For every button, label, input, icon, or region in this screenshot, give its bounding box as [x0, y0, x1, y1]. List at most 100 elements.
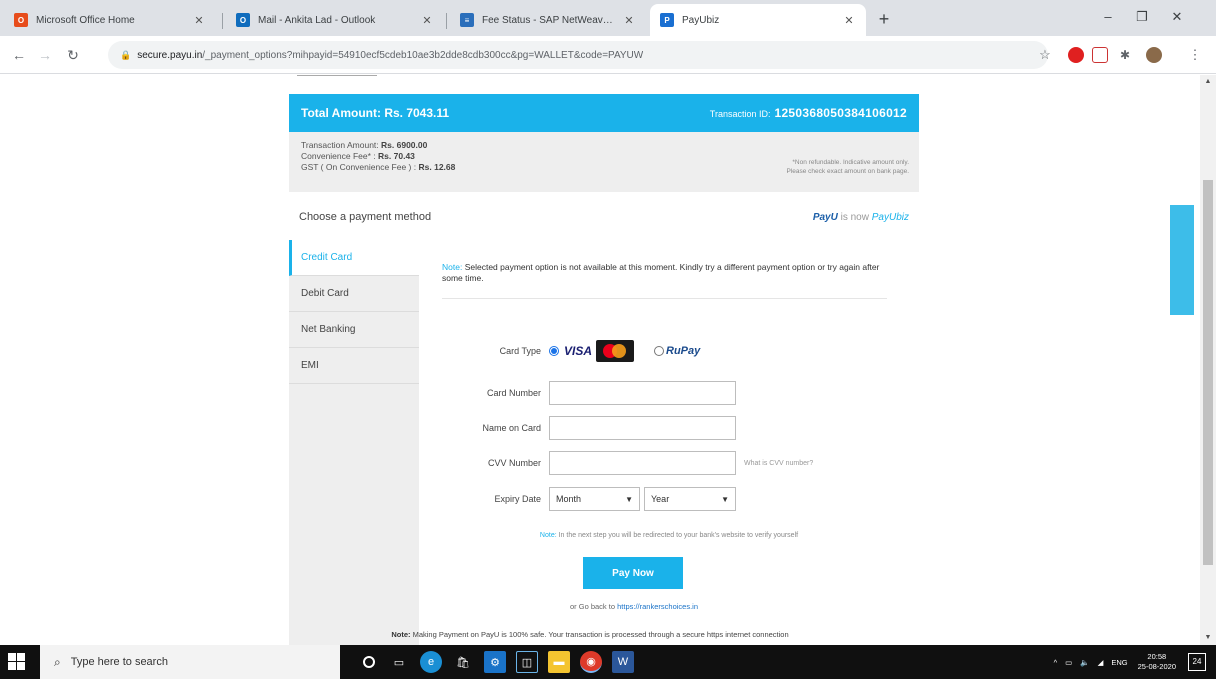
settings-app-icon[interactable]: ⚙: [484, 651, 506, 673]
disclaimer-line: Please check exact amount on bank page.: [786, 168, 910, 175]
restore-button[interactable]: ❐: [1127, 6, 1157, 28]
name-on-card-input[interactable]: [549, 416, 736, 440]
close-tab-icon[interactable]: ✕: [192, 14, 206, 27]
amount-breakup: Transaction Amount: Rs. 6900.00 Convenie…: [289, 132, 919, 192]
sap-icon: ≡: [460, 13, 474, 27]
address-bar-row: ← → ↻ 🔒 secure.payu.in /_payment_options…: [0, 36, 1216, 74]
language-indicator[interactable]: ENG: [1111, 658, 1127, 667]
visa-radio[interactable]: [549, 346, 559, 356]
forward-arrow-icon[interactable]: →: [34, 44, 56, 66]
extension-shield-icon[interactable]: [1092, 47, 1108, 63]
name-on-card-label: Name on Card: [482, 423, 541, 433]
total-amount: Total Amount: Rs. 7043.11: [301, 106, 450, 120]
extensions-puzzle-icon[interactable]: ✱: [1114, 44, 1136, 66]
volume-icon[interactable]: 🔈: [1080, 658, 1089, 667]
star-bookmark-icon[interactable]: ☆: [1034, 44, 1056, 66]
profile-avatar[interactable]: [1146, 47, 1162, 63]
extension-stop-icon[interactable]: [1068, 47, 1084, 63]
brand-old: PayU: [812, 211, 838, 223]
breakup-line-transaction: Transaction Amount: Rs. 6900.00: [301, 140, 907, 151]
page-viewport: Total Amount: Rs. 7043.11 Transaction ID…: [0, 75, 1216, 645]
windows-start-icon[interactable]: [8, 653, 26, 671]
go-back-link[interactable]: https://rankerschoices.in: [617, 602, 698, 611]
pay-now-button[interactable]: Pay Now: [583, 557, 683, 589]
expiry-row: Expiry Date Month ▼ Year ▼: [419, 486, 919, 512]
chevron-down-icon: ▼: [625, 494, 633, 504]
select-value: Year: [651, 494, 670, 504]
payment-panel: Total Amount: Rs. 7043.11 Transaction ID…: [289, 75, 919, 645]
minimize-button[interactable]: –: [1093, 6, 1123, 28]
battery-icon[interactable]: ▭: [1065, 658, 1072, 667]
search-icon: ⌕: [54, 654, 61, 669]
notification-center-icon[interactable]: 24: [1188, 653, 1206, 671]
chrome-icon[interactable]: ◉: [580, 651, 602, 673]
browser-tab-outlook[interactable]: O Mail - Ankita Lad - Outlook ✕: [226, 4, 444, 36]
cvv-input[interactable]: [549, 451, 736, 475]
task-view-icon[interactable]: ▭: [388, 651, 410, 673]
scroll-up-arrow-icon[interactable]: ▲: [1200, 75, 1216, 89]
tab-separator: [222, 13, 223, 29]
browser-tab-office[interactable]: O Microsoft Office Home ✕: [4, 4, 216, 36]
new-tab-button[interactable]: +: [872, 8, 896, 32]
close-tab-icon[interactable]: ✕: [420, 14, 434, 27]
transaction-id-value: 1250368050384106012: [774, 106, 907, 120]
edge-icon[interactable]: e: [420, 651, 442, 673]
scroll-down-arrow-icon[interactable]: ▼: [1200, 631, 1216, 645]
chevron-down-icon: ▼: [721, 494, 729, 504]
tab-credit-card[interactable]: Credit Card: [289, 240, 419, 276]
expiry-month-select[interactable]: Month ▼: [549, 487, 640, 511]
close-tab-icon[interactable]: ✕: [842, 14, 856, 27]
cortana-icon[interactable]: [358, 651, 380, 673]
tab-net-banking[interactable]: Net Banking: [289, 312, 419, 348]
expiry-year-select[interactable]: Year ▼: [644, 487, 736, 511]
tab-emi[interactable]: EMI: [289, 348, 419, 384]
search-placeholder: Type here to search: [70, 656, 168, 668]
transaction-id: Transaction ID: 1250368050384106012: [710, 106, 907, 120]
network-icon[interactable]: ◢: [1098, 658, 1104, 667]
url-omnibox[interactable]: 🔒 secure.payu.in /_payment_options?mihpa…: [108, 41, 1048, 69]
card-number-row: Card Number: [419, 380, 919, 406]
app-icon[interactable]: ◫: [516, 651, 538, 673]
card-number-input[interactable]: [549, 381, 736, 405]
side-feedback-tab[interactable]: [1170, 205, 1194, 315]
card-number-label: Card Number: [486, 388, 541, 398]
breakup-value: Rs. 6900.00: [381, 140, 428, 150]
browser-tab-sap[interactable]: ≡ Fee Status - SAP NetWeaver Po ✕: [450, 4, 646, 36]
outlook-icon: O: [236, 13, 250, 27]
tab-title: PayUbiz: [682, 14, 720, 26]
taskbar-clock[interactable]: 20:58 25-08-2020: [1138, 652, 1176, 672]
store-icon[interactable]: 🛍: [452, 651, 474, 673]
chevron-up-icon[interactable]: ^: [1054, 658, 1058, 667]
menu-kebab-icon[interactable]: ⋮: [1184, 44, 1206, 66]
cvv-help-link[interactable]: What is CVV number?: [744, 460, 813, 467]
payment-method-tabs: Credit Card Debit Card Net Banking EMI: [289, 240, 419, 645]
browser-tab-payubiz[interactable]: P PayUbiz ✕: [650, 4, 866, 36]
breakup-label: GST ( On Convenience Fee ) :: [301, 162, 417, 172]
file-explorer-icon[interactable]: ▬: [548, 651, 570, 673]
breakup-label: Convenience Fee* :: [301, 151, 376, 161]
system-tray: ^ ▭ 🔈 ◢ ENG 20:58 25-08-2020: [1046, 645, 1176, 679]
breakup-label: Transaction Amount:: [301, 140, 379, 150]
go-back-line: or Go back to https://rankerschoices.in: [419, 602, 849, 611]
word-icon[interactable]: W: [612, 651, 634, 673]
close-window-button[interactable]: ✕: [1162, 6, 1192, 28]
card-type-label: Card Type: [499, 346, 541, 356]
clock-time: 20:58: [1147, 652, 1167, 661]
close-tab-icon[interactable]: ✕: [622, 14, 636, 27]
back-arrow-icon[interactable]: ←: [8, 44, 30, 66]
reload-icon[interactable]: ↻: [62, 44, 84, 66]
rupay-logo: RuPay: [666, 345, 701, 357]
note-label: Note:: [442, 262, 463, 272]
scroll-thumb[interactable]: [1203, 180, 1213, 565]
tab-title: Microsoft Office Home: [36, 14, 135, 26]
page-scrollbar[interactable]: ▲ ▼: [1200, 75, 1216, 645]
office-icon: O: [14, 13, 28, 27]
tab-debit-card[interactable]: Debit Card: [289, 276, 419, 312]
lock-icon[interactable]: 🔒: [120, 50, 131, 61]
expiry-label: Expiry Date: [494, 494, 541, 504]
cvv-row: CVV Number What is CVV number?: [419, 450, 919, 476]
rupay-radio[interactable]: [654, 346, 665, 356]
taskbar-search-box[interactable]: ⌕ Type here to search: [40, 645, 340, 679]
safe-payment-note: Note: Making Payment on PayU is 100% saf…: [0, 630, 1180, 639]
windows-taskbar: ⌕ Type here to search ▭ e 🛍 ⚙ ◫ ▬ ◉ W ^ …: [0, 645, 1216, 679]
